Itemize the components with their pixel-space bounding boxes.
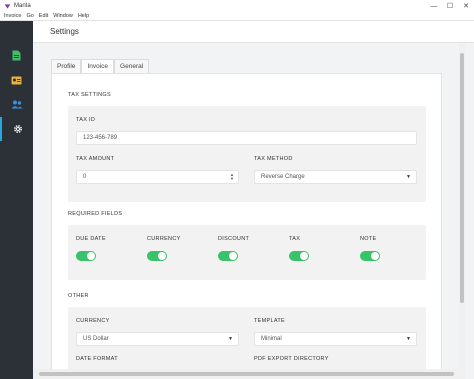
horizontal-scroll-thumb[interactable]	[39, 372, 454, 376]
title-bar: Manta — ☐ ✕	[0, 0, 474, 12]
due-date-label: DUE DATE	[76, 236, 106, 242]
tax-amount-value: 0	[83, 174, 87, 180]
app-logo-icon	[4, 3, 11, 9]
menu-window[interactable]: Window	[53, 13, 73, 19]
invoice-icon	[12, 50, 21, 60]
sidebar-item-settings[interactable]	[0, 117, 33, 141]
discount-toggle[interactable]	[218, 251, 238, 261]
sidebar-item-users[interactable]	[0, 92, 33, 116]
sidebar	[0, 21, 33, 379]
template-value: Minimal	[261, 336, 282, 342]
due-date-toggle[interactable]	[76, 251, 96, 261]
close-button[interactable]: ✕	[458, 0, 474, 12]
tab-profile[interactable]: Profile	[51, 59, 82, 73]
chevron-down-icon: ▼	[406, 336, 411, 342]
tax-amount-stepper[interactable]: ▲ ▼	[230, 173, 234, 181]
maximize-button[interactable]: ☐	[442, 0, 458, 12]
currency-required-label: CURRENCY	[147, 236, 181, 242]
horizontal-scrollbar[interactable]	[33, 369, 465, 379]
currency-label: CURRENCY	[76, 318, 110, 324]
menu-go[interactable]: Go	[26, 13, 33, 19]
note-label: NOTE	[360, 236, 377, 242]
currency-select[interactable]: US Dollar ▼	[76, 332, 239, 346]
currency-toggle[interactable]	[147, 251, 167, 261]
required-fields-box: DUE DATE CURRENCY DISCOUNT TAX NOTE	[68, 225, 426, 280]
tax-amount-label: TAX AMOUNT	[76, 156, 115, 162]
users-icon	[11, 100, 22, 108]
gear-icon	[13, 124, 22, 134]
tax-id-input[interactable]: 123-456-789	[76, 131, 417, 145]
tax-method-value: Reverse Charge	[261, 174, 305, 180]
template-select[interactable]: Minimal ▼	[254, 332, 417, 346]
window-title: Manta	[14, 3, 31, 9]
page-header: Settings	[33, 21, 474, 43]
vertical-scroll-thumb[interactable]	[460, 53, 464, 303]
tab-general[interactable]: General	[114, 59, 150, 73]
tax-method-label: TAX METHOD	[254, 156, 293, 162]
pdf-export-directory-label: PDF EXPORT DIRECTORY	[254, 356, 329, 362]
tax-label: TAX	[289, 236, 301, 242]
discount-label: DISCOUNT	[218, 236, 250, 242]
tab-invoice[interactable]: Invoice	[81, 59, 115, 73]
required-fields-heading: REQUIRED FIELDS	[68, 211, 123, 217]
tax-settings-box: TAX ID 123-456-789 TAX AMOUNT 0 ▲ ▼ TAX M…	[68, 106, 426, 202]
other-heading: OTHER	[68, 293, 89, 299]
other-box: CURRENCY US Dollar ▼ TEMPLATE Minimal ▼ …	[68, 307, 426, 374]
date-format-label: DATE FORMAT	[76, 356, 118, 362]
minimize-button[interactable]: —	[426, 0, 442, 12]
vertical-scrollbar[interactable]	[459, 43, 465, 369]
menu-help[interactable]: Help	[78, 13, 89, 19]
template-label: TEMPLATE	[254, 318, 286, 324]
tax-toggle[interactable]	[289, 251, 309, 261]
sidebar-item-invoices[interactable]	[0, 43, 33, 67]
tax-amount-input[interactable]: 0 ▲ ▼	[76, 170, 239, 184]
menu-invoice[interactable]: Invoice	[4, 13, 21, 19]
page-title: Settings	[50, 27, 79, 36]
chevron-down-icon: ▼	[228, 336, 233, 342]
contacts-card-icon	[11, 76, 22, 84]
sidebar-item-contacts[interactable]	[0, 68, 33, 92]
menu-bar: Invoice Go Edit Window Help	[0, 12, 474, 21]
invoice-settings-panel: TAX SETTINGS TAX ID 123-456-789 TAX AMOU…	[51, 73, 442, 374]
tax-method-select[interactable]: Reverse Charge ▼	[254, 170, 417, 184]
settings-tabs: Profile Invoice General	[51, 59, 150, 73]
note-toggle[interactable]	[360, 251, 380, 261]
chevron-down-icon: ▼	[406, 174, 411, 180]
tax-settings-heading: TAX SETTINGS	[68, 92, 111, 98]
menu-edit[interactable]: Edit	[39, 13, 48, 19]
currency-value: US Dollar	[83, 336, 109, 342]
tax-id-label: TAX ID	[76, 117, 96, 123]
